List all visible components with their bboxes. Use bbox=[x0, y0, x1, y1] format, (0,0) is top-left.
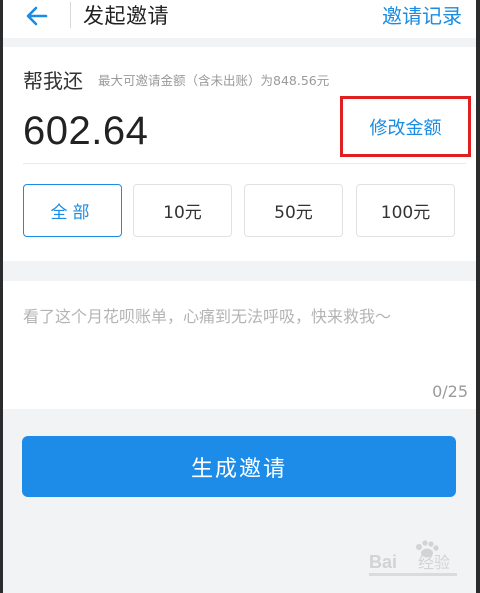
option-100[interactable]: 100元 bbox=[356, 184, 455, 237]
back-button[interactable] bbox=[23, 2, 51, 30]
help-label: 帮我还 bbox=[23, 69, 83, 93]
option-all[interactable]: 全部 bbox=[23, 184, 122, 237]
screen: 发起邀请 邀请记录 帮我还 最大可邀请金额（含未出账）为848.56元 602.… bbox=[0, 0, 480, 593]
message-input[interactable]: 看了这个月花呗账单，心痛到无法呼吸，快来救我～ 0/25 bbox=[3, 281, 476, 409]
option-10[interactable]: 10元 bbox=[133, 184, 232, 237]
amount-panel: 帮我还 最大可邀请金额（含未出账）为848.56元 602.64 修改金额 全部… bbox=[3, 47, 476, 261]
max-amount-info: 最大可邀请金额（含未出账）为848.56元 bbox=[98, 73, 330, 88]
generate-invite-button[interactable]: 生成邀请 bbox=[22, 436, 456, 497]
arrow-left-icon bbox=[26, 6, 48, 26]
option-50[interactable]: 50元 bbox=[244, 184, 343, 237]
invite-records-link[interactable]: 邀请记录 bbox=[382, 2, 462, 30]
watermark-logo: Bai 经验 bbox=[369, 540, 457, 576]
watermark-brand-suffix: 经验 bbox=[418, 553, 450, 572]
header-bar: 发起邀请 邀请记录 bbox=[3, 0, 476, 38]
header-divider bbox=[70, 2, 71, 28]
modify-amount-label: 修改金额 bbox=[369, 117, 442, 139]
amount-value: 602.64 bbox=[23, 109, 149, 153]
watermark-brand: Bai bbox=[369, 552, 397, 572]
page-title: 发起邀请 bbox=[83, 4, 169, 28]
char-count: 0/25 bbox=[432, 382, 468, 401]
message-text: 看了这个月花呗账单，心痛到无法呼吸，快来救我～ bbox=[23, 307, 392, 326]
divider bbox=[23, 163, 466, 164]
modify-amount-button[interactable]: 修改金额 bbox=[340, 96, 471, 157]
